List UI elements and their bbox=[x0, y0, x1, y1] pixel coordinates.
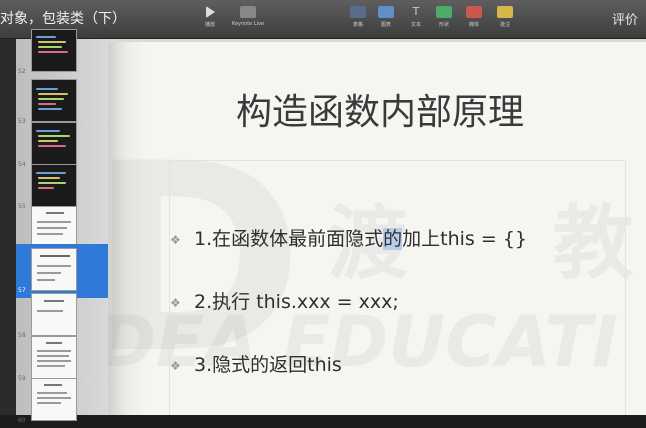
slide-number: 60 bbox=[18, 417, 26, 424]
slide-preview bbox=[31, 293, 77, 336]
table-icon bbox=[350, 6, 366, 18]
thumbnail-list[interactable]: 52 53 54 55 57 58 59 60 bbox=[16, 29, 108, 424]
slide-preview bbox=[31, 248, 77, 291]
shape-icon bbox=[436, 6, 452, 18]
play-button[interactable]: 播放 bbox=[192, 6, 228, 28]
rate-button[interactable]: 评价 bbox=[612, 9, 638, 28]
bullet-diamond-icon: ❖ bbox=[170, 295, 181, 310]
keynote-live-button[interactable]: Keynote Live bbox=[228, 6, 268, 27]
slide-preview bbox=[31, 206, 77, 249]
canvas-top-edge bbox=[108, 39, 646, 42]
keynote-live-icon bbox=[240, 6, 256, 18]
slide-preview bbox=[31, 29, 77, 72]
slide-preview bbox=[31, 122, 77, 165]
comment-icon bbox=[497, 6, 513, 18]
bullet-diamond-icon: ❖ bbox=[170, 232, 181, 247]
slide-thumbnail-60[interactable]: 60 bbox=[16, 374, 108, 428]
text-selection: 的 bbox=[383, 228, 403, 250]
slide-preview bbox=[31, 79, 77, 122]
slide-title[interactable]: 构造函数内部原理 bbox=[236, 83, 546, 135]
bullet-3[interactable]: ❖ 3.隐式的返回this bbox=[170, 350, 342, 377]
slide-preview bbox=[31, 336, 77, 379]
bullet-2[interactable]: ❖ 2.执行 this.xxx = xxx; bbox=[170, 287, 399, 314]
slide-preview bbox=[31, 164, 77, 207]
slide-canvas[interactable]: D 渡 教 DEA EDUCATI 构造函数内部原理 ❖ 1.在函数体最前面隐式的… bbox=[108, 39, 646, 415]
media-icon bbox=[466, 6, 482, 18]
slide-number: 52 bbox=[18, 68, 26, 75]
slide-navigator: 52 53 54 55 57 58 59 60 bbox=[0, 29, 108, 424]
bullet-diamond-icon: ❖ bbox=[170, 358, 181, 373]
bullet-1[interactable]: ❖ 1.在函数体最前面隐式的加上this = {} bbox=[170, 224, 527, 251]
comment-button[interactable]: 批注 bbox=[487, 6, 523, 28]
play-icon bbox=[205, 6, 215, 18]
chart-icon bbox=[378, 6, 394, 18]
slide-thumbnail-52[interactable]: 52 bbox=[16, 25, 108, 79]
text-icon: T bbox=[412, 5, 420, 18]
